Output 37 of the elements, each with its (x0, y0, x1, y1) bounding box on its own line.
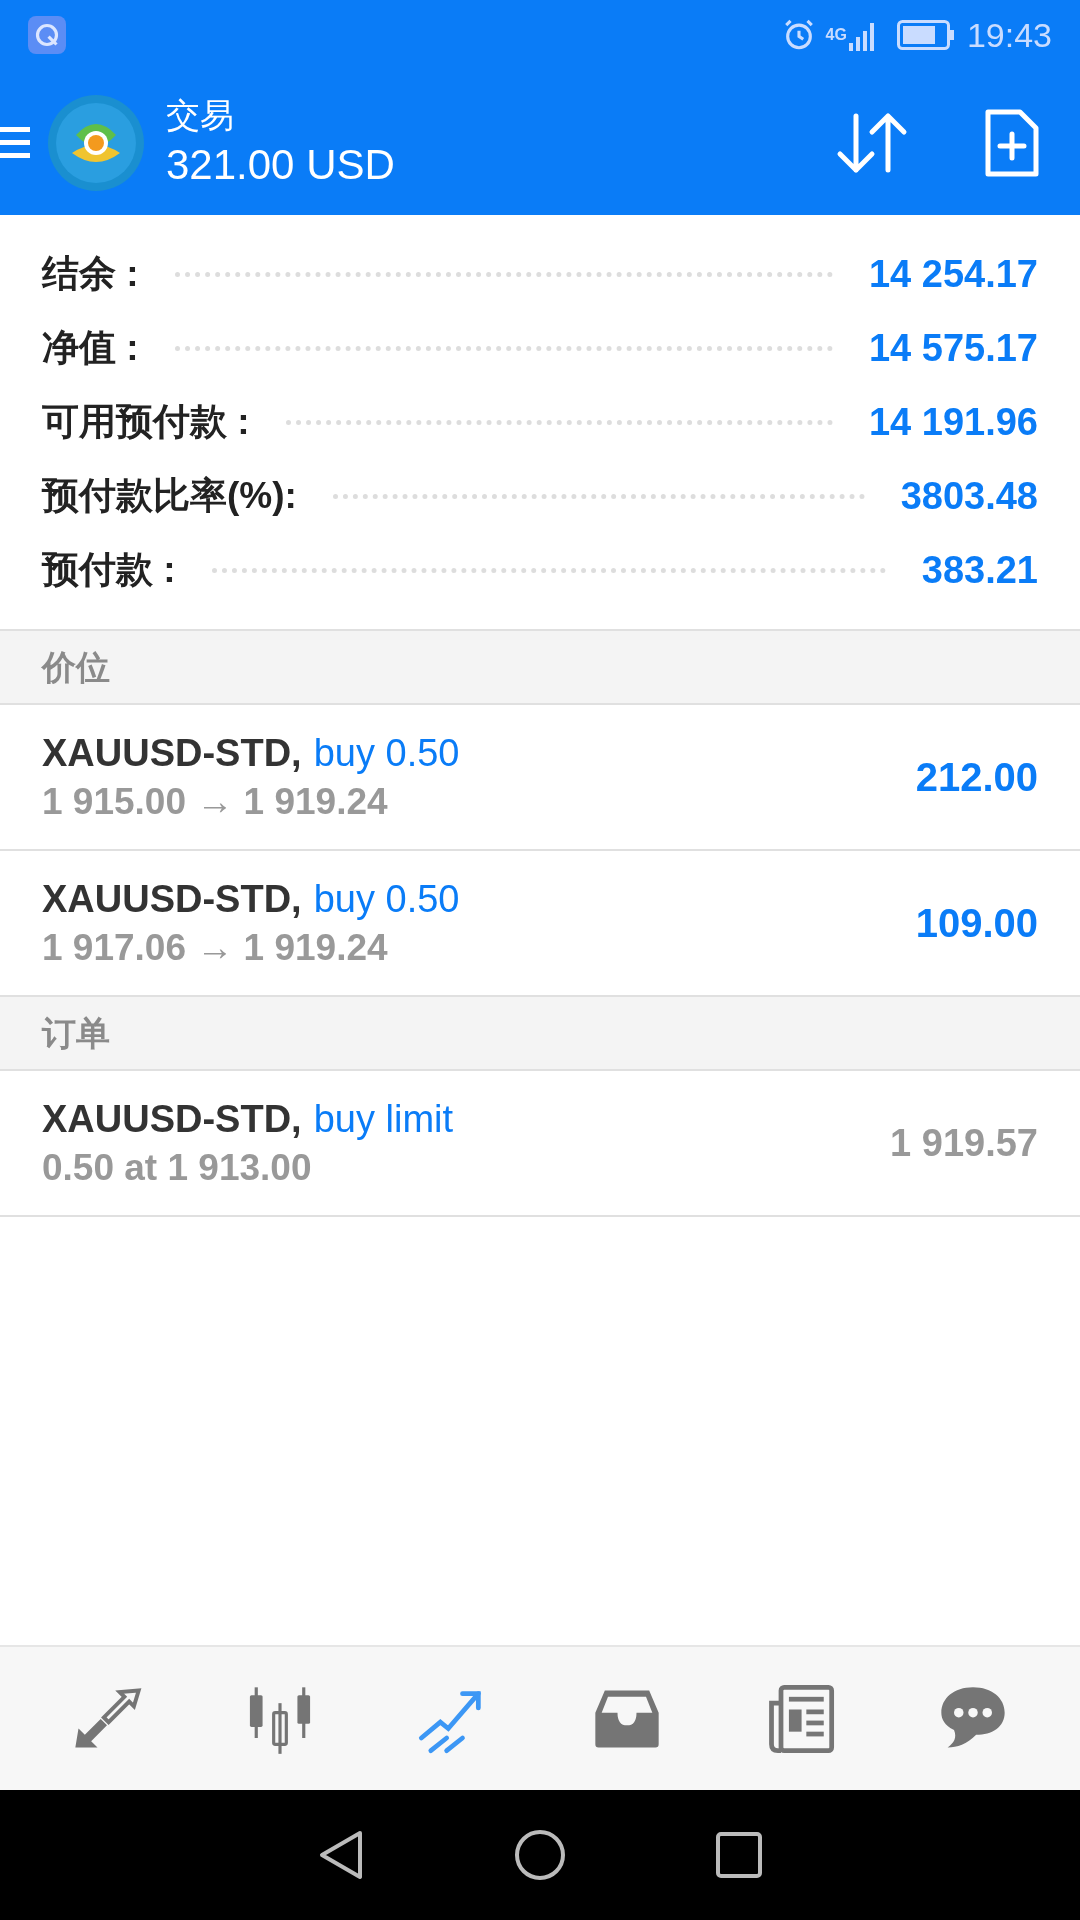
summary-label: 净值 : (42, 326, 139, 371)
summary-value: 14 575.17 (868, 325, 1038, 371)
symbol-name: XAUUSD-STD, (42, 1097, 302, 1142)
summary-value: 14 254.17 (868, 251, 1038, 297)
current-price: 1 919.57 (890, 1120, 1038, 1166)
account-balance: 321.00 USD (166, 139, 395, 190)
screen-title: 交易 (166, 94, 235, 136)
app-logo-icon (48, 94, 144, 191)
section-header: 订单 (0, 997, 1080, 1071)
price-detail: 0.50 at 1 913.00 (42, 1146, 313, 1190)
price-detail: 1 915.00 → 1 919.24 (42, 780, 389, 824)
summary-value: 3803.48 (900, 473, 1038, 519)
profit-value: 109.00 (915, 900, 1038, 947)
status-time: 19:43 (966, 14, 1052, 56)
trade-type: buy 0.50 (313, 731, 460, 776)
symbol-name: XAUUSD-STD, (42, 731, 302, 776)
symbol-name: XAUUSD-STD, (42, 877, 302, 922)
back-icon[interactable] (318, 1829, 364, 1881)
new-document-icon[interactable] (984, 107, 1040, 178)
position-row[interactable]: XAUUSD-STD, buy 0.50 1 915.00 → 1 919.24 212.00 (0, 705, 1080, 851)
network-type: 4G (825, 27, 847, 43)
summary-label: 结余 : (42, 252, 139, 297)
summary-label: 预付款比率(%): (42, 474, 297, 519)
profit-value: 212.00 (915, 754, 1038, 801)
order-row[interactable]: XAUUSD-STD, buy limit 0.50 at 1 913.00 1 919.57 (0, 1071, 1080, 1217)
app-notification-icon (28, 16, 66, 54)
summary-label: 预付款 : (42, 548, 176, 593)
trade-type: buy limit (313, 1097, 454, 1142)
home-icon[interactable] (514, 1829, 566, 1881)
trade-type: buy 0.50 (313, 877, 460, 922)
summary-value: 14 191.96 (868, 399, 1038, 445)
price-detail: 1 917.06 → 1 919.24 (42, 926, 389, 970)
recents-icon[interactable] (716, 1832, 762, 1878)
summary-label: 可用预付款 : (42, 400, 250, 445)
summary-value: 383.21 (921, 547, 1038, 593)
section-header: 价位 (0, 631, 1080, 705)
battery-icon (896, 20, 955, 50)
